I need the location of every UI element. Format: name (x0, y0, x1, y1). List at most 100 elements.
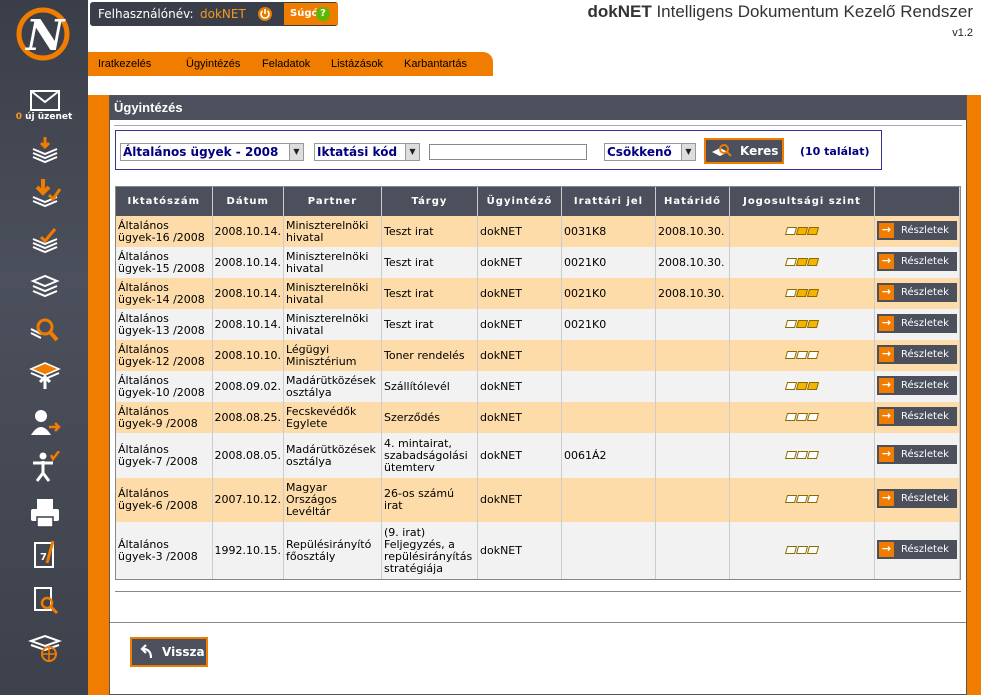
cell-iktatoszam: Általános ügyek-14 /2008 (116, 278, 213, 309)
printer-icon[interactable] (25, 496, 65, 530)
col-header[interactable]: Dátum (212, 187, 284, 216)
cell-jogosultsagi-szint (729, 309, 875, 340)
cell-targy: 4. mintairat, szabadságolási ütemterv (381, 433, 478, 478)
help-label: Súgó (290, 8, 319, 19)
table-row: Általános ügyek-9 /2008 2008.08.25. Fecske… (116, 402, 961, 433)
cell-hatarido (655, 522, 730, 579)
col-header[interactable]: Irattári jel (561, 187, 656, 216)
cell-iktatoszam: Általános ügyek-13 /2008 (116, 309, 213, 340)
main-panel: Ügyintézés Általános ügyek - 2008 ▼ Iktat… (109, 95, 967, 695)
task-person-icon[interactable] (25, 450, 65, 484)
col-header[interactable]: Partner (283, 187, 382, 216)
divider (115, 591, 961, 592)
upload-documents-icon[interactable] (25, 358, 65, 392)
cell-partner: Repülésirányító főosztály (283, 522, 382, 579)
cell-targy: Szerződés (381, 402, 478, 433)
table-row: Általános ügyek-10 /2008 2008.09.02. Madár… (116, 371, 961, 402)
cell-targy: (9. irat) Feljegyzés, a repülésirányítás… (381, 522, 478, 579)
level-mark (806, 319, 820, 328)
document-search-icon[interactable] (25, 584, 65, 618)
incoming-documents-icon[interactable] (25, 134, 65, 168)
category-select[interactable]: Általános ügyek - 2008 ▼ (120, 143, 304, 161)
nav-feladatok[interactable]: Feladatok (262, 58, 310, 70)
details-button[interactable]: → Részletek (876, 489, 957, 508)
col-header (874, 187, 961, 216)
back-button[interactable]: Vissza (130, 637, 208, 667)
user-assign-icon[interactable] (25, 406, 65, 440)
table-row: Általános ügyek-15 /2008 2008.10.14. Minis… (116, 247, 961, 278)
cell-ugyintezo: dokNET (477, 478, 562, 522)
permission-level-icon (784, 381, 820, 390)
col-header[interactable]: Ügyintéző (477, 187, 562, 216)
network-documents-icon[interactable] (25, 630, 65, 664)
details-button[interactable]: → Részletek (876, 251, 957, 271)
cell-iktatoszam: Általános ügyek-16 /2008 (116, 216, 213, 247)
details-button[interactable]: → Részletek (876, 344, 957, 364)
level-mark (806, 288, 820, 297)
cell-targy: Toner rendelés (381, 340, 478, 371)
level-mark (806, 257, 820, 266)
level-mark (806, 226, 820, 235)
nav-karbantartas[interactable]: Karbantartás (404, 58, 467, 70)
details-button[interactable]: → Részletek (876, 375, 957, 395)
cell-iktatoszam: Általános ügyek-12 /2008 (116, 340, 213, 371)
approved-documents-icon[interactable] (25, 224, 65, 258)
divider (114, 120, 962, 126)
details-label: Részletek (900, 224, 949, 236)
details-button[interactable]: → Részletek (876, 539, 957, 559)
details-button[interactable]: → Részletek (876, 444, 957, 464)
cell-partner: Madárütközések osztálya (283, 371, 382, 402)
details-label: Részletek (900, 286, 949, 298)
details-button[interactable]: → Részletek (876, 406, 957, 426)
cell-hatarido (655, 371, 730, 402)
panel-title: Ügyintézés (110, 96, 966, 120)
details-button[interactable]: → Részletek (876, 313, 957, 333)
download-documents-icon[interactable] (25, 176, 65, 210)
nav-listazasok[interactable]: Listázások (331, 58, 383, 70)
search-input[interactable] (429, 144, 587, 160)
details-button[interactable]: → Részletek (876, 282, 957, 302)
col-header[interactable]: Tárgy (381, 187, 478, 216)
search-button[interactable]: Keres (704, 138, 784, 164)
table-row: Általános ügyek-12 /2008 2008.10.10. Légüg… (116, 340, 961, 371)
cell-targy: Szállítólevél (381, 371, 478, 402)
main-nav: Iratkezelés Ügyintézés Feladatok Listázá… (88, 52, 493, 76)
message-count[interactable]: 0 új üzenet (0, 112, 88, 122)
cell-actions: → Részletek (874, 309, 961, 340)
cell-partner: Miniszterelnöki hivatal (283, 216, 382, 247)
order-select[interactable]: Csökkenő ▼ (604, 143, 696, 161)
cell-partner: Légügyi Minisztérium (283, 340, 382, 371)
details-button[interactable]: → Részletek (876, 220, 957, 240)
arrow-right-icon: → (878, 377, 894, 393)
arrow-right-icon: → (878, 346, 894, 362)
user-name: dokNET (200, 7, 246, 21)
chevron-down-icon: ▼ (405, 144, 419, 160)
cell-jogosultsagi-szint (729, 247, 875, 278)
search-documents-icon[interactable] (25, 312, 65, 346)
results-table: Iktatószám Dátum Partner Tárgy Ügyintéző… (115, 186, 961, 580)
cell-partner: Magyar Országos Levéltár (283, 478, 382, 522)
cell-datum: 2007.10.12. (212, 478, 284, 522)
permission-level-icon (784, 450, 820, 459)
help-button[interactable]: Súgó ? (284, 3, 338, 25)
col-header[interactable]: Határidő (655, 187, 730, 216)
calendar-icon[interactable]: 7 (25, 538, 65, 572)
logout-icon[interactable] (258, 7, 272, 21)
cell-datum: 2008.08.05. (212, 433, 284, 478)
document-stack-icon[interactable] (25, 268, 65, 302)
nav-iratkezeles[interactable]: Iratkezelés (98, 58, 151, 70)
col-header[interactable]: Jogosultsági szint (729, 187, 875, 216)
field-select[interactable]: Iktatási kód ▼ (314, 143, 420, 161)
col-header[interactable]: Iktatószám (116, 187, 213, 216)
cell-actions: → Részletek (874, 278, 961, 309)
nav-ugyintezes[interactable]: Ügyintézés (186, 58, 240, 70)
cell-partner: Madárütközések osztálya (283, 433, 382, 478)
level-mark (806, 545, 820, 554)
arrow-right-icon: → (878, 541, 894, 557)
cell-partner: Miniszterelnöki hivatal (283, 247, 382, 278)
arrow-right-icon: → (878, 284, 894, 300)
cell-iktatoszam: Általános ügyek-3 /2008 (116, 522, 213, 579)
cell-datum: 2008.09.02. (212, 371, 284, 402)
cell-irattari-jel: 0021K0 (561, 309, 656, 340)
cell-actions: → Részletek (874, 216, 961, 247)
